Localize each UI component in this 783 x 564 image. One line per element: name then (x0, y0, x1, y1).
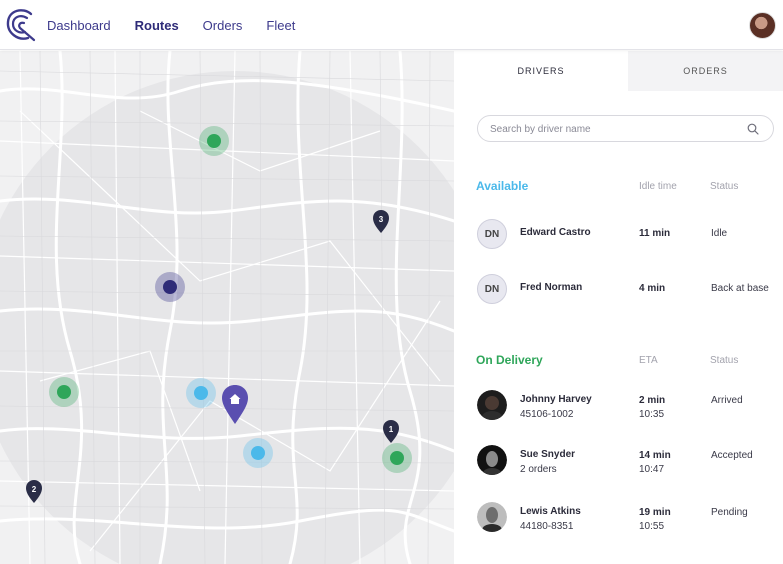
panel-tabs: DRIVERS ORDERS (454, 51, 783, 91)
idle-time-header: Idle time (639, 181, 677, 192)
eta-clock: 10:47 (639, 464, 665, 475)
driver-photo (477, 390, 507, 420)
available-status-header: Status (710, 181, 739, 192)
driver-initials-avatar: DN (477, 274, 507, 304)
delivery-row[interactable]: Lewis Atkins 44180-8351 19 min 10:55 Pen… (454, 502, 783, 542)
driver-name: Lewis Atkins (520, 506, 581, 517)
eta: 2 min (639, 395, 666, 406)
delivery-status-header: Status (710, 355, 739, 366)
search-input[interactable] (490, 121, 740, 137)
driver-marker-blue[interactable] (186, 378, 216, 408)
tab-drivers[interactable]: DRIVERS (454, 51, 628, 91)
idle-time: 11 min (639, 228, 671, 239)
driver-marker-green[interactable] (382, 443, 412, 473)
nav-routes[interactable]: Routes (135, 18, 179, 33)
eta: 14 min (639, 450, 671, 461)
driver-initials-avatar: DN (477, 219, 507, 249)
pin-1-label: 1 (389, 425, 394, 434)
eta-clock: 10:35 (639, 409, 665, 420)
delivery-row[interactable]: Johnny Harvey 45106-1002 2 min 10:35 Arr… (454, 390, 783, 430)
nav-orders[interactable]: Orders (203, 18, 243, 33)
search-box (477, 115, 774, 142)
driver-name: Fred Norman (520, 282, 583, 293)
driver-marker-green[interactable] (199, 126, 229, 156)
eta: 19 min (639, 507, 671, 518)
map-canvas: 3 1 2 (0, 51, 454, 564)
driver-status: Pending (711, 507, 748, 518)
driver-marker-blue[interactable] (243, 438, 273, 468)
driver-photo (477, 445, 507, 475)
driver-name: Edward Castro (520, 227, 591, 238)
driver-marker-green[interactable] (49, 377, 79, 407)
order-info: 44180-8351 (520, 521, 574, 532)
idle-time: 4 min (639, 283, 666, 294)
map-view[interactable]: 3 1 2 (0, 51, 454, 564)
driver-name: Johnny Harvey (520, 394, 592, 405)
main-nav: Dashboard Routes Orders Fleet (47, 0, 319, 50)
driver-status: Back at base (711, 283, 769, 294)
available-heading: Available (476, 179, 529, 193)
driver-marker-selected[interactable] (155, 272, 185, 302)
pin-3-label: 3 (379, 215, 384, 224)
pin-2-label: 2 (32, 485, 37, 494)
driver-name: Sue Snyder (520, 449, 576, 460)
logo-icon[interactable] (6, 8, 36, 42)
order-info: 45106-1002 (520, 409, 574, 420)
driver-row[interactable]: DN Fred Norman 4 min Back at base (454, 270, 783, 310)
eta-clock: 10:55 (639, 521, 665, 532)
nav-dashboard[interactable]: Dashboard (47, 18, 111, 33)
driver-row[interactable]: DN Edward Castro 11 min Idle (454, 215, 783, 255)
driver-status: Idle (711, 228, 728, 239)
tab-orders[interactable]: ORDERS (628, 51, 783, 91)
driver-status: Accepted (711, 450, 753, 461)
user-avatar[interactable] (749, 12, 776, 39)
drivers-panel: DRIVERS ORDERS Available Idle time Statu… (454, 51, 783, 564)
on-delivery-heading: On Delivery (476, 353, 543, 367)
search-icon[interactable] (747, 123, 759, 135)
nav-fleet[interactable]: Fleet (266, 18, 295, 33)
order-info: 2 orders (520, 464, 557, 475)
driver-status: Arrived (711, 395, 743, 406)
delivery-row[interactable]: Sue Snyder 2 orders 14 min 10:47 Accepte… (454, 445, 783, 485)
driver-photo (477, 502, 507, 532)
top-navigation-bar: Dashboard Routes Orders Fleet (0, 0, 783, 50)
eta-header: ETA (639, 355, 658, 366)
